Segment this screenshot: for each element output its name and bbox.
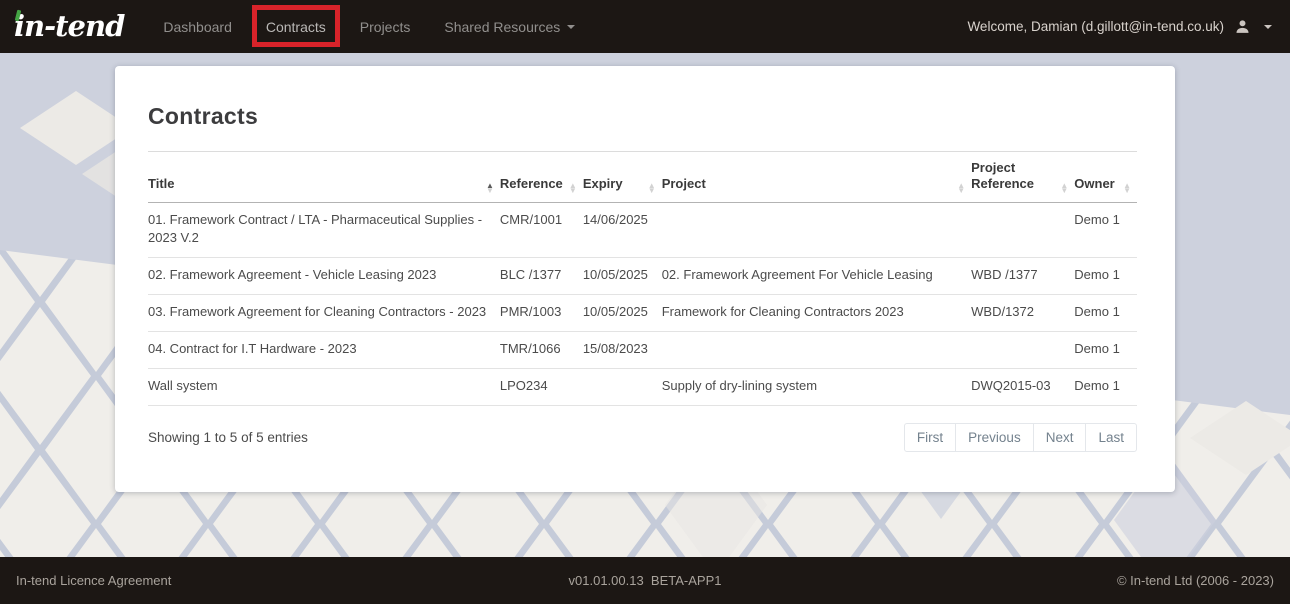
cell-project: Supply of dry-lining system bbox=[662, 368, 971, 405]
cell-project bbox=[662, 202, 971, 258]
version-text: v01.01.00.13 BETA-APP1 bbox=[569, 573, 722, 588]
contracts-card: Contracts Title ▲▼ Reference bbox=[115, 66, 1175, 492]
footer-bar: In-tend Licence Agreement v01.01.00.13 B… bbox=[0, 557, 1290, 604]
chevron-down-icon bbox=[1264, 25, 1272, 29]
contracts-table: Title ▲▼ Reference ▲▼ Expiry ▲▼ bbox=[148, 151, 1137, 406]
pagination: First Previous Next Last bbox=[904, 423, 1137, 452]
welcome-text: Welcome, Damian (d.gillott@in-tend.co.uk… bbox=[967, 19, 1224, 34]
cell-title: 03. Framework Agreement for Cleaning Con… bbox=[148, 295, 500, 332]
chevron-down-icon bbox=[567, 25, 575, 29]
cell-project-reference bbox=[971, 331, 1074, 368]
cell-expiry: 15/08/2023 bbox=[583, 331, 662, 368]
app-logo[interactable]: in-tend bbox=[14, 12, 124, 41]
sort-desc-icon: ▼ bbox=[957, 188, 965, 193]
table-row[interactable]: 02. Framework Agreement - Vehicle Leasin… bbox=[148, 258, 1137, 295]
nav-item-shared-resources[interactable]: Shared Resources bbox=[427, 0, 592, 53]
table-footer: Showing 1 to 5 of 5 entries First Previo… bbox=[148, 423, 1137, 452]
cell-title: 04. Contract for I.T Hardware - 2023 bbox=[148, 331, 500, 368]
sort-desc-icon: ▼ bbox=[1123, 188, 1131, 193]
licence-agreement-link[interactable]: In-tend Licence Agreement bbox=[16, 573, 171, 588]
cell-reference: CMR/1001 bbox=[500, 202, 583, 258]
cell-expiry bbox=[583, 368, 662, 405]
cell-reference: PMR/1003 bbox=[500, 295, 583, 332]
nav-item-projects[interactable]: Projects bbox=[343, 0, 428, 53]
pagination-next-button[interactable]: Next bbox=[1033, 423, 1087, 452]
user-area: Welcome, Damian (d.gillott@in-tend.co.uk… bbox=[967, 18, 1272, 35]
cell-owner: Demo 1 bbox=[1074, 295, 1137, 332]
cell-reference: BLC /1377 bbox=[500, 258, 583, 295]
cell-reference: LPO234 bbox=[500, 368, 583, 405]
nav-item-dashboard[interactable]: Dashboard bbox=[146, 0, 249, 53]
sort-desc-icon: ▼ bbox=[1060, 188, 1068, 193]
column-header-owner[interactable]: Owner ▲▼ bbox=[1074, 152, 1137, 203]
cell-owner: Demo 1 bbox=[1074, 331, 1137, 368]
copyright-text: © In-tend Ltd (2006 - 2023) bbox=[1117, 573, 1274, 588]
column-header-title[interactable]: Title ▲▼ bbox=[148, 152, 500, 203]
cell-project-reference: WBD /1377 bbox=[971, 258, 1074, 295]
top-nav-bar: in-tend Dashboard Contracts Projects Sha… bbox=[0, 0, 1290, 53]
sort-desc-icon: ▼ bbox=[569, 188, 577, 193]
nav-item-contracts[interactable]: Contracts bbox=[249, 0, 343, 53]
cell-project-reference bbox=[971, 202, 1074, 258]
cell-title: Wall system bbox=[148, 368, 500, 405]
cell-expiry: 14/06/2025 bbox=[583, 202, 662, 258]
table-header-row: Title ▲▼ Reference ▲▼ Expiry ▲▼ bbox=[148, 152, 1137, 203]
main-content: Contracts Title ▲▼ Reference bbox=[0, 53, 1290, 557]
table-row[interactable]: Wall system LPO234 Supply of dry-lining … bbox=[148, 368, 1137, 405]
user-icon bbox=[1234, 18, 1251, 35]
cell-project: Framework for Cleaning Contractors 2023 bbox=[662, 295, 971, 332]
pagination-first-button[interactable]: First bbox=[904, 423, 956, 452]
column-header-expiry[interactable]: Expiry ▲▼ bbox=[583, 152, 662, 203]
cell-title: 01. Framework Contract / LTA - Pharmaceu… bbox=[148, 202, 500, 258]
column-header-project-reference[interactable]: Project Reference ▲▼ bbox=[971, 152, 1074, 203]
cell-project: 02. Framework Agreement For Vehicle Leas… bbox=[662, 258, 971, 295]
cell-owner: Demo 1 bbox=[1074, 202, 1137, 258]
column-header-reference[interactable]: Reference ▲▼ bbox=[500, 152, 583, 203]
column-header-project[interactable]: Project ▲▼ bbox=[662, 152, 971, 203]
cell-project-reference: DWQ2015-03 bbox=[971, 368, 1074, 405]
cell-reference: TMR/1066 bbox=[500, 331, 583, 368]
table-row[interactable]: 03. Framework Agreement for Cleaning Con… bbox=[148, 295, 1137, 332]
sort-desc-icon: ▼ bbox=[648, 188, 656, 193]
table-row[interactable]: 01. Framework Contract / LTA - Pharmaceu… bbox=[148, 202, 1137, 258]
cell-expiry: 10/05/2025 bbox=[583, 258, 662, 295]
pagination-previous-button[interactable]: Previous bbox=[955, 423, 1034, 452]
entries-summary: Showing 1 to 5 of 5 entries bbox=[148, 430, 308, 445]
cell-owner: Demo 1 bbox=[1074, 258, 1137, 295]
cell-owner: Demo 1 bbox=[1074, 368, 1137, 405]
table-row[interactable]: 04. Contract for I.T Hardware - 2023 TMR… bbox=[148, 331, 1137, 368]
pagination-last-button[interactable]: Last bbox=[1085, 423, 1137, 452]
user-menu-button[interactable] bbox=[1234, 18, 1272, 35]
main-nav: Dashboard Contracts Projects Shared Reso… bbox=[146, 0, 592, 53]
cell-project bbox=[662, 331, 971, 368]
cell-project-reference: WBD/1372 bbox=[971, 295, 1074, 332]
page-title: Contracts bbox=[148, 103, 1137, 130]
logo-text: in-tend bbox=[14, 9, 124, 43]
cell-title: 02. Framework Agreement - Vehicle Leasin… bbox=[148, 258, 500, 295]
cell-expiry: 10/05/2025 bbox=[583, 295, 662, 332]
sort-desc-icon: ▼ bbox=[486, 188, 494, 193]
